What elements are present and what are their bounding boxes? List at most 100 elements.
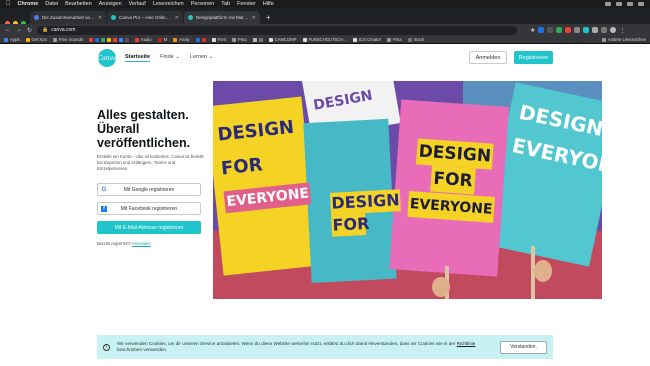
bookmark-favicon-icon[interactable] <box>100 37 105 42</box>
extension-icon[interactable] <box>565 27 572 33</box>
menu-fenster[interactable]: Fenster <box>237 1 256 7</box>
nav-startseite[interactable]: Startseite <box>125 54 151 62</box>
menu-app-name[interactable]: Chrome <box>18 1 39 7</box>
menu-verlauf[interactable]: Verlauf <box>129 1 146 7</box>
bookmark-favicon-icon[interactable] <box>118 37 123 42</box>
bookmark-item[interactable]: Get Koo <box>25 37 47 42</box>
profile-avatar[interactable] <box>610 27 617 33</box>
bookmark-label: Pma <box>238 37 247 42</box>
bookmark-item[interactable]: Font <box>211 37 226 42</box>
address-url: canva.com <box>51 27 76 33</box>
bookmark-favicon-icon[interactable] <box>258 37 263 42</box>
tab-close-icon[interactable]: ✕ <box>98 15 102 21</box>
email-signup-label: Mit E-Mail-Adresse registrieren <box>114 224 184 231</box>
email-signup-button[interactable]: Mit E-Mail-Adresse registrieren <box>97 221 201 234</box>
extension-icon[interactable] <box>583 27 590 33</box>
hero-image: DESIGN FOR EVERYONE DESIGN DESIGN FOR DE… <box>213 81 602 299</box>
extension-icon[interactable] <box>574 27 581 33</box>
extension-icon[interactable] <box>601 27 608 33</box>
bookmark-item[interactable]: Analy <box>173 37 190 42</box>
cookie-accept-button[interactable]: Verstanden. <box>500 340 547 354</box>
google-signup-button[interactable]: G Mit Google registrieren <box>97 183 201 196</box>
menu-lesezeichen[interactable]: Lesezeichen <box>153 1 184 7</box>
bookmark-item[interactable]: Free Sounds <box>52 37 83 42</box>
menu-personen[interactable]: Personen <box>191 1 215 7</box>
bookmark-favicon-icon[interactable] <box>94 37 99 42</box>
bookmark-favicon-icon[interactable] <box>112 37 117 42</box>
browser-tab-active[interactable]: Designplattform mit Markenkon ✕ <box>184 11 260 24</box>
bookmark-favicon-icon[interactable] <box>106 37 111 42</box>
login-button[interactable]: Anmelden <box>469 51 507 64</box>
sign-teal-text: DESIGN FOR <box>329 189 402 237</box>
bookmark-label: Pma <box>393 37 402 42</box>
browser-tab[interactable]: Canva Pro – eine Online-Tool für ✕ <box>107 11 183 24</box>
tab-title: Canva Pro – eine Online-Tool für <box>119 15 172 20</box>
apps-icon <box>4 37 8 42</box>
other-bookmarks[interactable]: Andere Lesezeichen <box>601 37 650 42</box>
register-button[interactable]: Registrieren <box>514 51 553 64</box>
menu-dots-icon[interactable]: ⋮ <box>619 27 625 34</box>
extension-icon[interactable] <box>547 27 554 33</box>
bookmark-item[interactable]: #UNSCHGUTSCH... <box>302 37 347 42</box>
nav-finde[interactable]: Finde ⌄ <box>160 54 180 62</box>
browser-toolbar: ← → ↻ 🔒 canva.com ★ ⋮ <box>0 24 650 36</box>
apple-icon[interactable]:  <box>6 1 11 7</box>
back-icon[interactable]: ← <box>5 27 11 33</box>
main-nav: Startseite Finde ⌄ Lernen ⌄ <box>125 54 213 62</box>
bookmark-favicon-icon <box>268 37 273 42</box>
tab-close-icon[interactable]: ✕ <box>252 15 256 21</box>
reload-icon[interactable]: ↻ <box>27 27 32 34</box>
browser-tab[interactable]: Die Zusammenarbeit und das V ✕ <box>30 11 106 24</box>
google-icon: G <box>101 186 107 193</box>
status-icon[interactable] <box>638 2 644 6</box>
bookmark-favicon-icon[interactable] <box>252 37 257 42</box>
menubar-status-area <box>605 2 650 6</box>
menu-anzeigen[interactable]: Anzeigen <box>99 1 122 7</box>
bookmark-favicon-group <box>88 37 129 42</box>
bookmark-item[interactable]: Pma <box>232 37 247 42</box>
bookmark-favicon-icon <box>407 37 412 42</box>
nav-lernen[interactable]: Lernen ⌄ <box>190 54 213 62</box>
cookie-message: Wir verwenden Cookies, um dir unseren Se… <box>117 340 456 346</box>
menu-hilfe[interactable]: Hilfe <box>263 1 274 7</box>
sign-word: FOR <box>331 213 370 237</box>
menu-bearbeiten[interactable]: Bearbeiten <box>65 1 92 7</box>
menu-datei[interactable]: Datei <box>45 1 58 7</box>
new-tab-button[interactable]: + <box>261 11 276 24</box>
sign-pink-text: DESIGN FOR EVERYONE <box>400 138 505 224</box>
bookmark-item[interactable]: CAMCOMP <box>268 37 297 42</box>
browser-tabstrip: Die Zusammenarbeit und das V ✕ Canva Pro… <box>0 8 650 26</box>
menu-tab[interactable]: Tab <box>221 1 230 7</box>
bookmark-label: ICS Creator <box>358 37 381 42</box>
bookmark-item[interactable]: ICS Creator <box>352 37 381 42</box>
forward-icon[interactable]: → <box>16 27 22 33</box>
bookmark-label: Font <box>217 37 226 42</box>
bookmark-item[interactable]: Audio <box>134 37 152 42</box>
hero-description: Erstelle ein Konto – das ist kostenlos. … <box>97 154 204 172</box>
address-bar[interactable]: 🔒 canva.com <box>37 25 518 35</box>
status-icon[interactable] <box>616 2 622 6</box>
extension-icon[interactable] <box>538 27 545 33</box>
cookie-policy-link[interactable]: Richtlinie <box>457 341 476 346</box>
status-icon[interactable] <box>605 2 611 6</box>
bookmark-item[interactable]: Apps <box>4 37 20 42</box>
bookmark-favicon-icon[interactable] <box>88 37 93 42</box>
hero-headline: Alles gestalten. Überall veröffentlichen… <box>97 108 191 150</box>
bookmark-item[interactable]: Stock <box>407 37 424 42</box>
bookmark-favicon-icon[interactable] <box>201 37 206 42</box>
canva-logo[interactable]: Canva <box>98 49 117 67</box>
bookmark-favicon-icon[interactable] <box>195 37 200 42</box>
bookmark-item[interactable]: Pma <box>387 37 402 42</box>
status-icon[interactable] <box>627 2 633 6</box>
bookmark-label: #UNSCHGUTSCH... <box>308 37 347 42</box>
facebook-signup-button[interactable]: f Mit Facebook registrieren <box>97 202 201 215</box>
tab-close-icon[interactable]: ✕ <box>175 15 179 21</box>
bookmark-star-icon[interactable]: ★ <box>530 27 535 34</box>
bookmark-favicon-icon[interactable] <box>124 37 129 42</box>
tab-favicon-icon <box>34 15 39 20</box>
extension-icon[interactable] <box>592 27 599 33</box>
extension-icon[interactable] <box>556 27 563 33</box>
bookmark-favicon-icon <box>134 37 139 42</box>
already-login-link[interactable]: Anmelden <box>132 241 151 246</box>
bookmark-item[interactable]: M <box>157 37 167 42</box>
